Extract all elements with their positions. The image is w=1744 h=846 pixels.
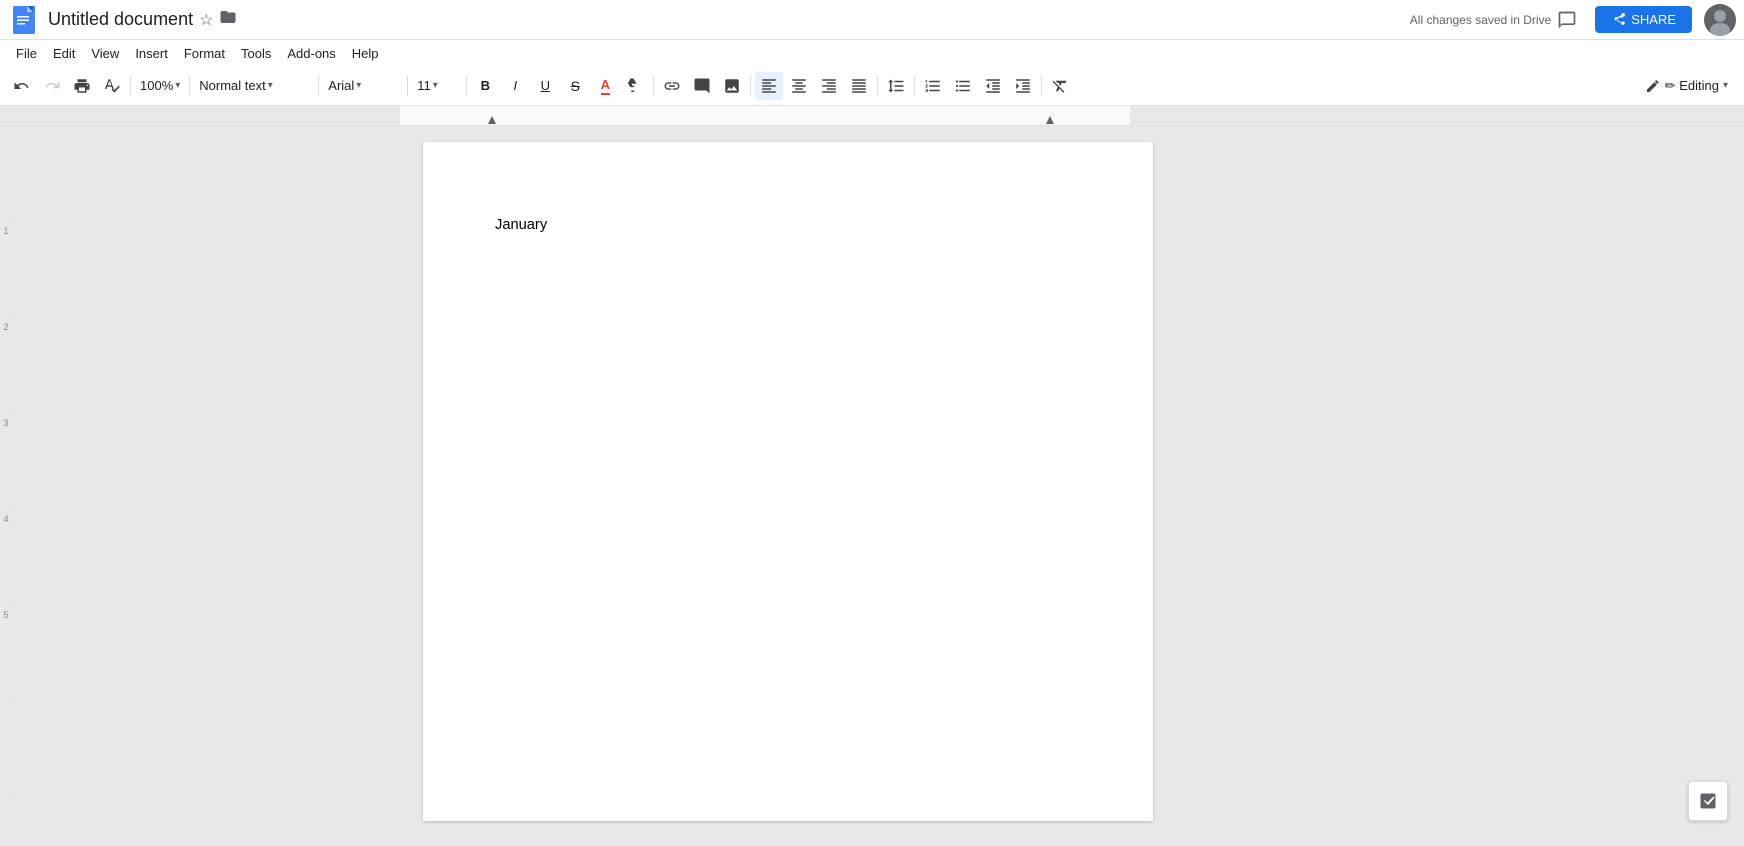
align-center-button[interactable] — [785, 72, 813, 100]
menu-tools[interactable]: Tools — [233, 43, 279, 64]
sep1 — [130, 76, 131, 96]
spellcheck-button[interactable] — [98, 72, 126, 100]
increase-indent-button[interactable] — [1009, 72, 1037, 100]
italic-button[interactable]: I — [501, 72, 529, 100]
sep6 — [653, 76, 654, 96]
editing-mode[interactable]: ✏ Editing ▾ — [1637, 72, 1736, 100]
toolbar: 100% ▾ Normal text ▾ Arial ▾ 11 ▾ B I U … — [0, 66, 1744, 106]
svg-text:2: 2 — [3, 322, 8, 332]
title-bar: Untitled document ☆ All changes saved in… — [0, 0, 1744, 40]
bold-button[interactable]: B — [471, 72, 499, 100]
style-label: Normal text — [199, 78, 265, 93]
highlight-button[interactable] — [621, 72, 649, 100]
zoom-chevron: ▾ — [175, 80, 180, 91]
size-chevron: ▾ — [433, 80, 438, 91]
app-logo — [8, 4, 40, 36]
menu-insert[interactable]: Insert — [127, 43, 176, 64]
menu-bar: File Edit View Insert Format Tools Add-o… — [0, 40, 1744, 66]
svg-text:5: 5 — [3, 610, 8, 620]
main-area: 1 2 3 4 5 January — [0, 126, 1744, 837]
font-label: Arial — [328, 78, 354, 93]
doc-title-row: Untitled document ☆ — [48, 8, 1394, 31]
menu-help[interactable]: Help — [344, 43, 387, 64]
right-area — [1564, 126, 1744, 837]
text-color-button[interactable]: A — [591, 72, 619, 100]
align-left-button[interactable] — [755, 72, 783, 100]
page: January — [423, 142, 1153, 821]
doc-title-area: Untitled document ☆ — [48, 8, 1394, 31]
sep3 — [318, 76, 319, 96]
doc-area: January — [12, 126, 1564, 837]
share-button[interactable]: SHARE — [1595, 6, 1692, 33]
text-color-icon: A — [601, 77, 610, 95]
line-spacing-button[interactable] — [882, 72, 910, 100]
ordered-list-button[interactable] — [919, 72, 947, 100]
sep2 — [189, 76, 190, 96]
sep10 — [1041, 76, 1042, 96]
menu-format[interactable]: Format — [176, 43, 233, 64]
sep4 — [407, 76, 408, 96]
sep5 — [466, 76, 467, 96]
sep8 — [877, 76, 878, 96]
decrease-indent-button[interactable] — [979, 72, 1007, 100]
clear-format-button[interactable] — [1046, 72, 1074, 100]
menu-file[interactable]: File — [8, 43, 45, 64]
style-chevron: ▾ — [268, 80, 273, 91]
share-btn-label: SHARE — [1631, 12, 1676, 27]
menu-addons[interactable]: Add-ons — [279, 43, 343, 64]
folder-icon[interactable] — [219, 8, 237, 31]
size-select[interactable]: 11 ▾ — [412, 72, 462, 100]
comments-icon-btn[interactable] — [1551, 4, 1583, 36]
style-select[interactable]: Normal text ▾ — [194, 72, 314, 100]
sep7 — [750, 76, 751, 96]
left-ruler: 1 2 3 4 5 — [0, 126, 12, 837]
underline-button[interactable]: U — [531, 72, 559, 100]
svg-text:3: 3 — [3, 418, 8, 428]
link-button[interactable] — [658, 72, 686, 100]
print-button[interactable] — [68, 72, 96, 100]
undo-button[interactable] — [8, 72, 36, 100]
align-right-button[interactable] — [815, 72, 843, 100]
image-button[interactable] — [718, 72, 746, 100]
menu-edit[interactable]: Edit — [45, 43, 83, 64]
ruler: // We'll just place simple ticks — [0, 106, 1744, 126]
comment-button[interactable] — [688, 72, 716, 100]
star-icon[interactable]: ☆ — [199, 10, 213, 30]
svg-text:1: 1 — [3, 226, 8, 236]
font-chevron: ▾ — [356, 80, 361, 91]
unordered-list-button[interactable] — [949, 72, 977, 100]
align-justify-button[interactable] — [845, 72, 873, 100]
zoom-label: 100% — [140, 78, 173, 93]
doc-title[interactable]: Untitled document — [48, 9, 193, 30]
svg-text:4: 4 — [3, 514, 8, 524]
zoom-select[interactable]: 100% ▾ — [135, 72, 185, 100]
menu-view[interactable]: View — [83, 43, 127, 64]
avatar[interactable] — [1704, 4, 1736, 36]
font-select[interactable]: Arial ▾ — [323, 72, 403, 100]
editing-mode-label: ✏ Editing — [1665, 78, 1719, 94]
redo-button[interactable] — [38, 72, 66, 100]
sep9 — [914, 76, 915, 96]
editing-chevron: ▾ — [1723, 80, 1728, 91]
strikethrough-button[interactable]: S — [561, 72, 589, 100]
header-right: SHARE — [1551, 4, 1736, 36]
save-status: All changes saved in Drive — [1410, 13, 1551, 27]
bottom-right-button[interactable] — [1688, 781, 1728, 821]
size-label: 11 — [417, 78, 431, 93]
page-content[interactable]: January — [495, 214, 1081, 236]
